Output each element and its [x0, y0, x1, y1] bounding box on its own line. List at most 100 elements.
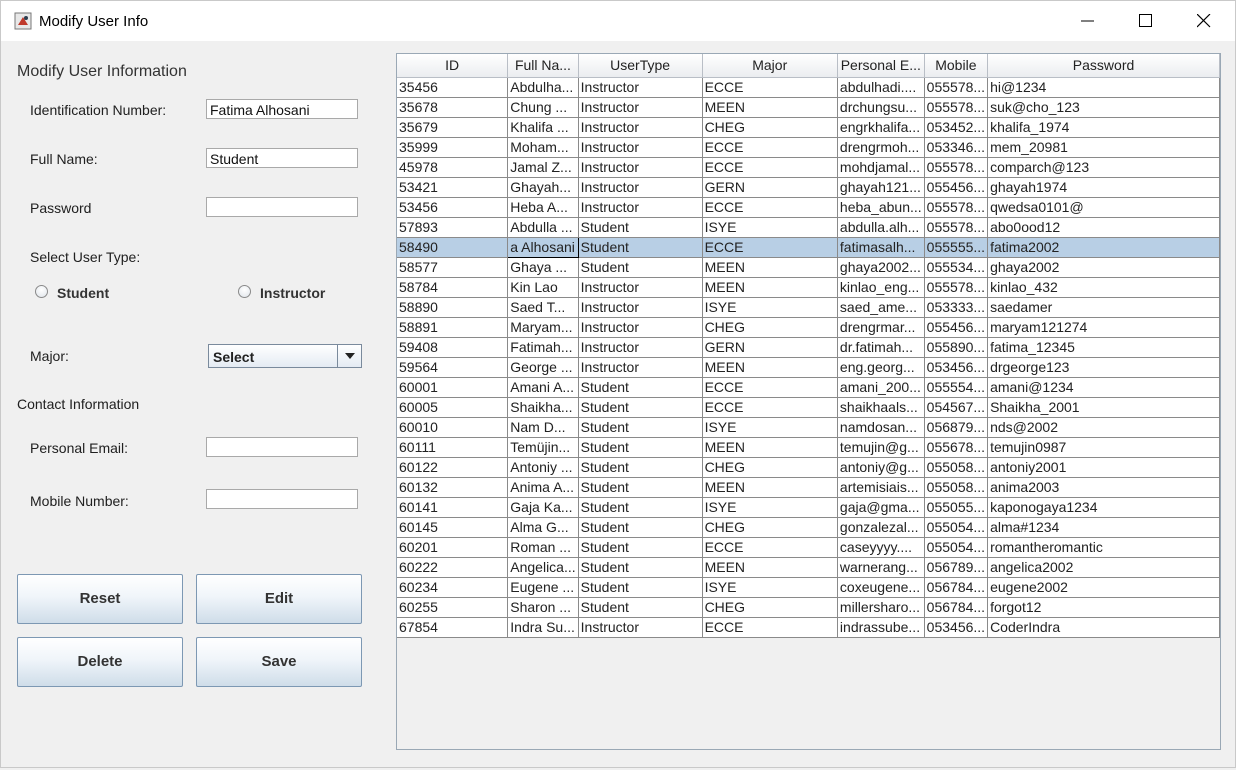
cell-fullname[interactable]: Heba A...: [507, 197, 579, 218]
cell-password[interactable]: temujin0987: [987, 437, 1220, 458]
cell-fullname[interactable]: Kin Lao: [507, 277, 579, 298]
cell-id[interactable]: 60005: [397, 397, 509, 418]
cell-email[interactable]: gonzalezal...: [837, 517, 925, 538]
cell-fullname[interactable]: Maryam...: [507, 317, 579, 338]
cell-major[interactable]: MEEN: [702, 437, 838, 458]
cell-mobile[interactable]: 055890...: [924, 337, 989, 358]
password-field[interactable]: [206, 197, 358, 217]
cell-usertype[interactable]: Instructor: [578, 277, 703, 298]
table-row[interactable]: 60005 Shaikha... Student ECCE shaikhaals... 0…: [397, 397, 1220, 418]
cell-email[interactable]: kinlao_eng...: [837, 277, 925, 298]
cell-major[interactable]: ISYE: [702, 577, 838, 598]
cell-major[interactable]: MEEN: [702, 257, 838, 278]
cell-fullname[interactable]: Angelica...: [507, 557, 579, 578]
table-row[interactable]: 60141 Gaja Ka... Student ISYE gaja@gma... 055…: [397, 497, 1220, 518]
cell-fullname[interactable]: Moham...: [507, 137, 579, 158]
cell-mobile[interactable]: 053456...: [924, 357, 989, 378]
cell-usertype[interactable]: Student: [578, 577, 703, 598]
cell-mobile[interactable]: 055456...: [924, 317, 989, 338]
column-header-usertype[interactable]: UserType: [578, 54, 703, 78]
cell-fullname[interactable]: Amani A...: [507, 377, 579, 398]
cell-mobile[interactable]: 055058...: [924, 457, 989, 478]
column-header-password[interactable]: Password: [987, 54, 1220, 78]
cell-mobile[interactable]: 053333...: [924, 297, 989, 318]
cell-email[interactable]: engrkhalifa...: [837, 117, 925, 138]
table-row[interactable]: 35456 Abdulha... Instructor ECCE abdulhadi..…: [397, 77, 1220, 98]
cell-password[interactable]: kaponogaya1234: [987, 497, 1220, 518]
cell-fullname[interactable]: Ghaya ...: [507, 257, 579, 278]
cell-id[interactable]: 60122: [397, 457, 509, 478]
column-header-major[interactable]: Major: [702, 54, 838, 78]
table-row[interactable]: 35679 Khalifa ... Instructor CHEG engrkhalif…: [397, 117, 1220, 138]
save-button[interactable]: Save: [196, 637, 362, 687]
instructor-radio-label[interactable]: Instructor: [260, 285, 325, 301]
cell-fullname[interactable]: a Alhosani: [507, 236, 579, 258]
cell-usertype[interactable]: Student: [578, 597, 703, 618]
cell-password[interactable]: maryam121274: [987, 317, 1220, 338]
email-field[interactable]: [206, 437, 358, 457]
cell-fullname[interactable]: Jamal Z...: [507, 157, 579, 178]
cell-major[interactable]: CHEG: [702, 117, 838, 138]
cell-password[interactable]: nds@2002: [987, 417, 1220, 438]
cell-email[interactable]: ghaya2002...: [837, 257, 925, 278]
table-row[interactable]: 58490 a Alhosani Student ECCE fatimasalh... 0…: [397, 236, 1220, 258]
cell-password[interactable]: angelica2002: [987, 557, 1220, 578]
cell-id[interactable]: 67854: [397, 617, 509, 638]
cell-id[interactable]: 35456: [397, 77, 509, 98]
cell-fullname[interactable]: Nam D...: [507, 417, 579, 438]
cell-fullname[interactable]: Fatimah...: [507, 337, 579, 358]
cell-major[interactable]: ECCE: [702, 77, 838, 98]
table-row[interactable]: 60111 Temüjin... Student MEEN temujin@g... 05…: [397, 437, 1220, 458]
cell-major[interactable]: ECCE: [702, 137, 838, 158]
cell-mobile[interactable]: 055578...: [924, 217, 989, 238]
cell-usertype[interactable]: Student: [578, 537, 703, 558]
cell-mobile[interactable]: 055578...: [924, 97, 989, 118]
cell-email[interactable]: abdulhadi....: [837, 77, 925, 98]
student-radio[interactable]: [35, 285, 48, 298]
cell-fullname[interactable]: Indra Su...: [507, 617, 579, 638]
cell-password[interactable]: eugene2002: [987, 577, 1220, 598]
table-row[interactable]: 58890 Saed T... Instructor ISYE saed_ame... 0…: [397, 297, 1220, 318]
cell-password[interactable]: khalifa_1974: [987, 117, 1220, 138]
cell-mobile[interactable]: 055555...: [924, 237, 989, 258]
table-body[interactable]: 35456 Abdulha... Instructor ECCE abdulhadi..…: [397, 77, 1220, 638]
cell-password[interactable]: suk@cho_123: [987, 97, 1220, 118]
cell-id[interactable]: 60145: [397, 517, 509, 538]
cell-email[interactable]: eng.georg...: [837, 357, 925, 378]
cell-mobile[interactable]: 054567...: [924, 397, 989, 418]
cell-id[interactable]: 35999: [397, 137, 509, 158]
cell-mobile[interactable]: 053346...: [924, 137, 989, 158]
cell-id[interactable]: 58784: [397, 277, 509, 298]
cell-password[interactable]: fatima2002: [987, 237, 1220, 258]
cell-id[interactable]: 60222: [397, 557, 509, 578]
cell-email[interactable]: warnerang...: [837, 557, 925, 578]
edit-button[interactable]: Edit: [196, 574, 362, 624]
cell-email[interactable]: millersharo...: [837, 597, 925, 618]
table-row[interactable]: 58577 Ghaya ... Student MEEN ghaya2002... 055…: [397, 257, 1220, 278]
cell-id[interactable]: 53456: [397, 197, 509, 218]
cell-usertype[interactable]: Instructor: [578, 337, 703, 358]
cell-id[interactable]: 59564: [397, 357, 509, 378]
cell-usertype[interactable]: Student: [578, 237, 703, 258]
cell-mobile[interactable]: 056879...: [924, 417, 989, 438]
cell-id[interactable]: 58490: [397, 237, 509, 258]
cell-password[interactable]: amani@1234: [987, 377, 1220, 398]
cell-major[interactable]: CHEG: [702, 317, 838, 338]
cell-major[interactable]: ECCE: [702, 617, 838, 638]
cell-email[interactable]: mohdjamal...: [837, 157, 925, 178]
cell-mobile[interactable]: 053456...: [924, 617, 989, 638]
cell-usertype[interactable]: Instructor: [578, 157, 703, 178]
cell-fullname[interactable]: Anima A...: [507, 477, 579, 498]
cell-usertype[interactable]: Instructor: [578, 177, 703, 198]
table-row[interactable]: 45978 Jamal Z... Instructor ECCE mohdjamal..…: [397, 157, 1220, 178]
table-row[interactable]: 60234 Eugene ... Student ISYE coxeugene... 05…: [397, 577, 1220, 598]
cell-id[interactable]: 58891: [397, 317, 509, 338]
cell-major[interactable]: CHEG: [702, 517, 838, 538]
cell-id[interactable]: 60141: [397, 497, 509, 518]
cell-id[interactable]: 60234: [397, 577, 509, 598]
cell-major[interactable]: MEEN: [702, 557, 838, 578]
cell-id[interactable]: 59408: [397, 337, 509, 358]
instructor-radio[interactable]: [238, 285, 251, 298]
table-row[interactable]: 53456 Heba A... Instructor ECCE heba_abun...…: [397, 197, 1220, 218]
cell-id[interactable]: 53421: [397, 177, 509, 198]
